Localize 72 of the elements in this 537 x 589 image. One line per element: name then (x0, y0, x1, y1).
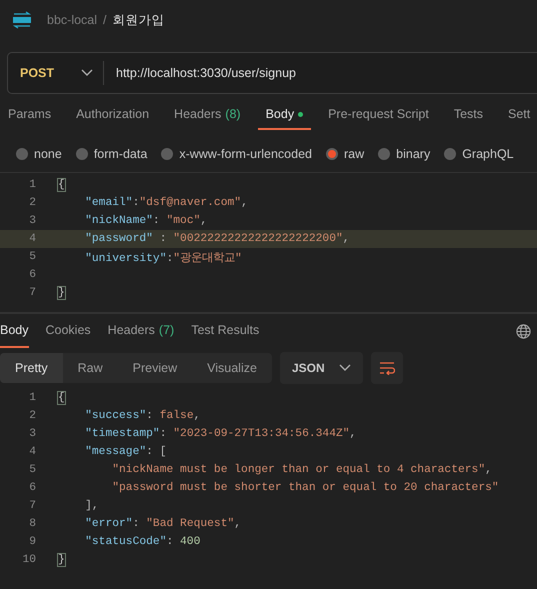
code-line: "email":"dsf@naver.com", (84, 197, 248, 209)
line-number: 6 (28, 269, 36, 281)
code-line: "nickName": "moc", (84, 215, 208, 227)
breadcrumb-separator: / (103, 13, 107, 27)
line-number: 4 (28, 446, 36, 458)
url-field[interactable]: http://localhost:3030/user/signup (103, 52, 537, 94)
line-number: 2 (28, 197, 36, 209)
response-tab[interactable]: Test Results (191, 314, 260, 348)
view-mode-tab[interactable]: Pretty (0, 353, 63, 383)
request-tab[interactable]: Body (258, 100, 312, 130)
radio-button[interactable] (16, 148, 28, 160)
radio-button[interactable] (326, 148, 338, 160)
request-tab[interactable]: Headers (8) (166, 100, 249, 130)
radio-button[interactable] (161, 148, 174, 160)
format-dropdown[interactable]: JSON (280, 352, 363, 384)
radio-button[interactable] (444, 148, 456, 160)
code-line: "error": "Bad Request", (84, 518, 242, 530)
code-line: "password must be shorter than or equal to 20 characters" (111, 482, 499, 494)
code-line: "timestamp": "2023-09-27T13:34:56.344Z", (84, 428, 356, 440)
line-number: 1 (28, 392, 36, 404)
view-mode-tab[interactable]: Raw (62, 353, 118, 383)
body-type-option[interactable]: none (16, 142, 62, 166)
code-line: "success": false, (84, 410, 200, 422)
code-line: } (58, 554, 65, 566)
response-tab[interactable]: Body (0, 314, 28, 348)
request-tab[interactable]: Sett (500, 100, 537, 130)
request-tab[interactable]: Authorization (68, 100, 158, 130)
line-number: 3 (28, 215, 36, 227)
body-type-option[interactable]: x-www-form-urlencoded (161, 142, 312, 166)
response-tab[interactable]: Headers (7) (108, 314, 174, 348)
collection-name[interactable]: bbc-local (47, 13, 98, 27)
request-body-editor[interactable]: 1 { 2 "email":"dsf@naver.com", 3 "nickName": "moc", 4 "password" : "00222222222222222222200", 5 "university":"광운대학교" 6 7 } (0, 172, 537, 306)
line-number: 5 (28, 464, 36, 476)
wrap-button[interactable] (370, 352, 403, 384)
line-number: 7 (28, 287, 36, 299)
chevron-icon (338, 364, 351, 372)
line-number: 2 (28, 410, 36, 422)
view-mode-tab[interactable]: Preview (118, 353, 192, 383)
line-number: 6 (28, 482, 36, 494)
view-mode-tab[interactable]: Visualize (192, 353, 272, 383)
code-line: "message": [ (84, 446, 166, 458)
line-number: 10 (21, 554, 36, 566)
request-name[interactable]: 회원가입 (112, 12, 165, 28)
radio-button[interactable] (378, 148, 390, 160)
line-number: 3 (28, 428, 36, 440)
line-number: 4 (28, 233, 36, 245)
code-line: ], (84, 500, 99, 512)
body-type-option[interactable]: form-data (76, 142, 148, 166)
request-tab[interactable]: Params (0, 100, 60, 130)
code-line: { (58, 392, 65, 404)
chevron-icon (81, 69, 93, 77)
request-tab[interactable]: Tests (446, 100, 491, 130)
code-line: "university":"광운대학교" (84, 251, 242, 264)
code-line: } (58, 287, 65, 299)
request-tab[interactable]: Pre-request Script (320, 100, 437, 130)
body-type-option[interactable]: binary (378, 142, 430, 166)
method-dropdown[interactable]: POST (7, 52, 103, 94)
body-type-option[interactable]: raw (326, 142, 364, 166)
line-number: 1 (28, 179, 36, 191)
response-tab[interactable]: Cookies (46, 314, 91, 348)
line-number: 8 (28, 518, 36, 530)
wrap-lines-icon (378, 361, 395, 375)
line-number: 7 (28, 500, 36, 512)
code-line: "nickName must be longer than or equal to 4 characters", (111, 464, 492, 476)
code-line: "password" : "00222222222222222222200", (84, 233, 350, 245)
radio-button[interactable] (76, 148, 88, 160)
code-line: { (58, 179, 65, 191)
globe-icon[interactable] (516, 324, 531, 338)
code-line: "statusCode": 400 (84, 536, 200, 548)
line-number: 5 (28, 251, 36, 263)
line-number: 9 (28, 536, 36, 548)
body-type-option[interactable]: GraphQL (444, 142, 514, 166)
